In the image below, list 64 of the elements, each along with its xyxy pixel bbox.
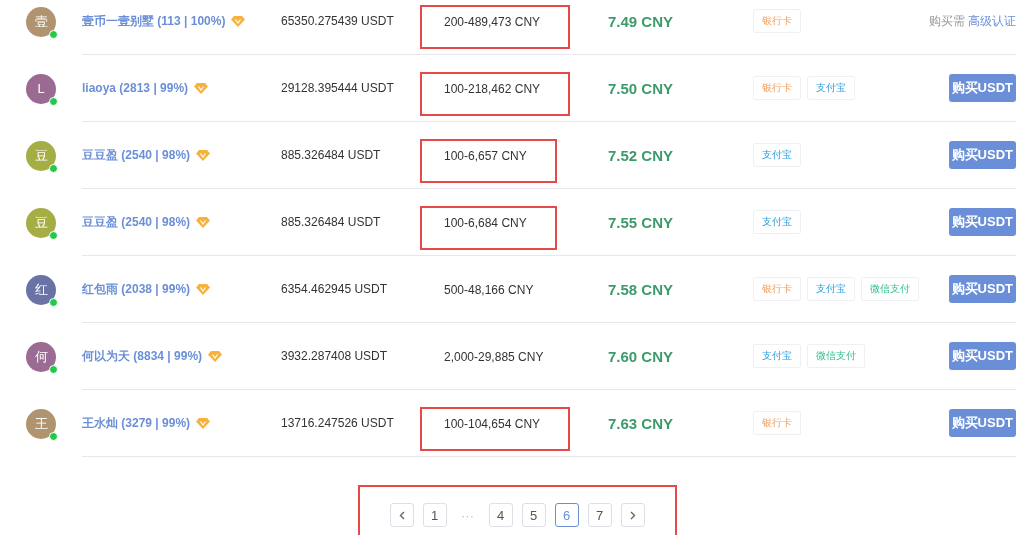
available-amount: 885.326484 USDT [281,148,382,162]
merchant-name-link[interactable]: 王水灿 (3279 | 99%) [82,414,191,432]
payment-method-tag: 银行卡 [753,76,801,100]
next-page-button[interactable] [620,503,645,527]
buy-button[interactable]: 购买USDT [948,409,1016,437]
page-button[interactable]: 7 [587,503,612,527]
limit-range: 100-6,684 CNY [422,208,555,248]
available-amount: 65350.275439 USDT [281,14,395,28]
merchant-name-link[interactable]: 壹币一壹别墅 (113 | 100%) [82,12,226,30]
previous-page-button[interactable] [389,503,414,527]
payment-method-tag: 微信支付 [807,344,865,368]
page-button[interactable]: 4 [488,503,513,527]
user-avatar: L [26,73,56,104]
buy-button[interactable]: 购买USDT [948,141,1016,169]
buy-button[interactable]: 购买USDT [948,275,1016,303]
page-button[interactable]: 5 [521,503,546,527]
payment-method-tag: 微信支付 [861,277,919,301]
chevron-left-icon [398,510,405,520]
merchant-name-link[interactable]: 豆豆盈 (2540 | 98%) [82,146,191,164]
buy-button[interactable]: 购买USDT [948,74,1016,102]
payment-method-tag: 支付宝 [807,277,855,301]
payment-method-tag: 支付宝 [753,344,801,368]
limit-range: 100-104,654 CNY [422,409,569,449]
page-ellipsis: ··· [460,507,475,523]
payment-method-tag: 支付宝 [753,143,801,167]
limit-range: 500-48,166 CNY [444,283,534,297]
user-avatar: 豆 [26,140,56,171]
user-avatar: 红 [26,274,56,305]
verification-notice: 购买需 高级认证 [928,12,1016,30]
limit-range: 100-218,462 CNY [422,74,569,114]
verification-link[interactable]: 高级认证 [968,13,1016,28]
merchant-name-link[interactable]: 红包雨 (2038 | 99%) [82,280,191,298]
limit-range: 100-6,657 CNY [422,141,555,181]
user-avatar: 何 [26,341,56,372]
unit-price: 7.63 CNY [608,414,675,432]
unit-price: 7.60 CNY [608,347,675,365]
limit-range: 2,000-29,885 CNY [444,350,544,364]
payment-method-tag: 支付宝 [807,76,855,100]
payment-method-tag: 银行卡 [753,9,801,33]
available-amount: 3932.287408 USDT [281,349,389,363]
chevron-right-icon [629,510,636,520]
user-avatar: 王 [26,408,56,439]
limit-range: 200-489,473 CNY [422,7,569,47]
available-amount: 885.326484 USDT [281,215,382,229]
page-button[interactable]: 6 [554,503,579,527]
merchant-name-link[interactable]: 豆豆盈 (2540 | 98%) [82,213,191,231]
unit-price: 7.52 CNY [608,146,675,164]
payment-method-tag: 支付宝 [753,210,801,234]
available-amount: 13716.247526 USDT [281,416,395,430]
unit-price: 7.55 CNY [608,213,675,231]
page-button[interactable]: 1 [422,503,447,527]
buy-button[interactable]: 购买USDT [948,208,1016,236]
available-amount: 29128.395444 USDT [281,81,395,95]
unit-price: 7.58 CNY [608,280,675,298]
user-avatar: 壹 [26,6,56,37]
merchant-name-link[interactable]: 何以为天 (8834 | 99%) [82,347,203,365]
unit-price: 7.50 CNY [608,79,675,97]
buy-button[interactable]: 购买USDT [948,342,1016,370]
payment-method-tag: 银行卡 [753,277,801,301]
user-avatar: 豆 [26,207,56,238]
unit-price: 7.49 CNY [608,12,675,30]
available-amount: 6354.462945 USDT [281,282,389,296]
merchant-name-link[interactable]: liaoya (2813 | 99%) [82,81,189,95]
payment-method-tag: 银行卡 [753,411,801,435]
